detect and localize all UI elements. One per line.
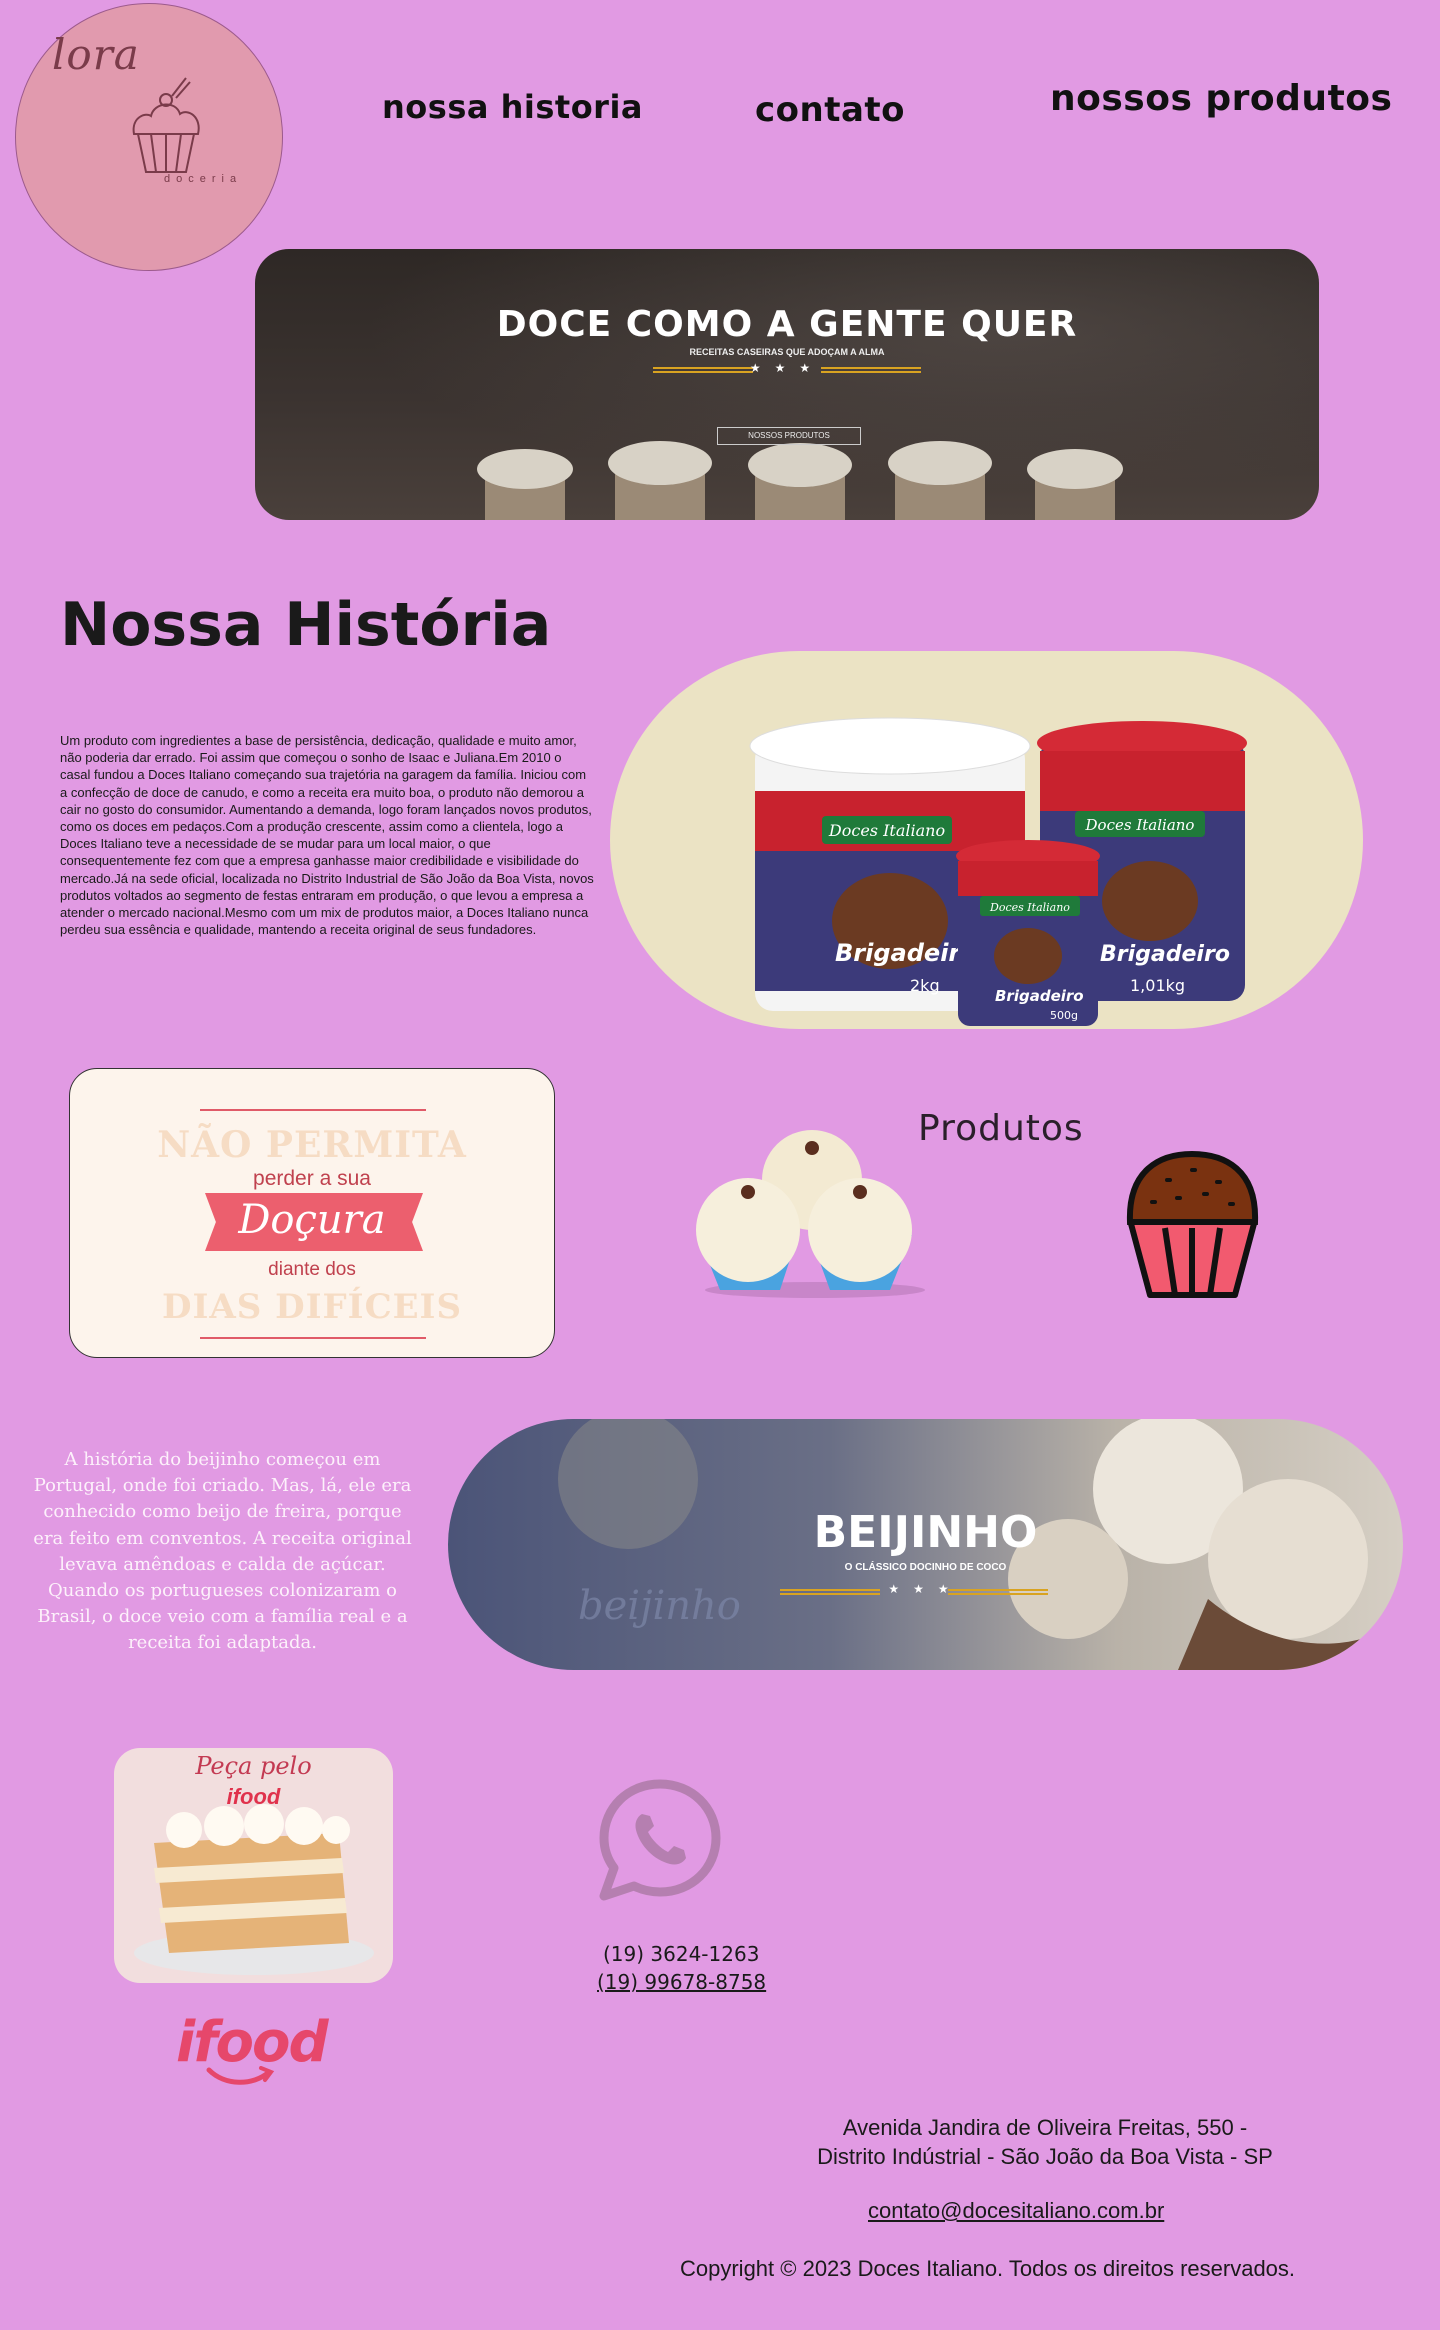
- brigadeiro-buckets-image: Doces Italiano Brigadeiro 2kg Doces Ital…: [610, 651, 1363, 1029]
- brigadeiro-cupcake-icon: [1126, 1150, 1259, 1298]
- bucket-product-1: Brigadeiro: [835, 939, 977, 967]
- whatsapp-icon[interactable]: [598, 1778, 722, 1902]
- hero-stars-icon: ★★★: [749, 361, 825, 375]
- logo-sub: doceria: [164, 173, 243, 185]
- ifood-cake-card[interactable]: Peça pelo ifood: [114, 1748, 393, 1983]
- beijinho-stars-icon: ★★★: [888, 1582, 963, 1596]
- hero-subtitle: RECEITAS CASEIRAS QUE ADOÇAM A ALMA: [689, 347, 885, 357]
- nossos-produtos-button[interactable]: NOSSOS PRODUTOS: [717, 427, 861, 445]
- beijinho-banner: beijinho BEIJINHO O CLÁSSICO DOCINHO DE …: [448, 1419, 1403, 1670]
- logo[interactable]: lora doceria: [15, 3, 283, 271]
- beijinho-sweets-image: [696, 1130, 925, 1298]
- bucket-size-3: 500g: [1050, 1009, 1078, 1022]
- ifood-card-line-2: ifood: [226, 1784, 281, 1809]
- bucket-product-3: Brigadeiro: [995, 987, 1084, 1005]
- produtos-title: Produtos: [918, 1108, 1084, 1149]
- bucket-product-2: Brigadeiro: [1100, 942, 1230, 967]
- docura-card: NÃO PERMITA perder a sua Doçura diante d…: [69, 1068, 555, 1358]
- docura-line-2: perder a sua: [253, 1167, 371, 1190]
- historia-text: Um produto com ingredientes a base de pe…: [60, 733, 594, 938]
- docura-bottom-line: [200, 1337, 426, 1339]
- beijinho-title: BEIJINHO: [813, 1507, 1038, 1558]
- docura-line-5: DIAS DIFÍCEIS: [161, 1287, 463, 1327]
- bucket-size-2: 1,01kg: [1130, 976, 1185, 995]
- beijinho-subtitle: O CLÁSSICO DOCINHO DE COCO: [844, 1562, 1007, 1573]
- nav-link-historia[interactable]: nossa historia: [382, 88, 643, 126]
- bucket-size-1: 2kg: [910, 976, 940, 995]
- address-line-1: Avenida Jandira de Oliveira Freitas, 550…: [842, 2115, 1248, 2140]
- phone-1: (19) 3624-1263: [603, 1942, 760, 1966]
- address: Avenida Jandira de Oliveira Freitas, 550…: [760, 2113, 1330, 2171]
- docura-line-4: diante dos: [268, 1259, 356, 1280]
- ifood-card-line-1: Peça pelo: [195, 1752, 312, 1780]
- bucket-brand-1: Doces Italiano: [828, 821, 945, 840]
- email-link[interactable]: contato@docesitaliano.com.br: [868, 2198, 1164, 2224]
- historia-title: Nossa História: [60, 590, 552, 660]
- hero-title: DOCE COMO A GENTE QUER: [496, 304, 1078, 345]
- phone-2-link[interactable]: (19) 99678-8758: [597, 1970, 766, 1994]
- docura-line-1: NÃO PERMITA: [157, 1124, 467, 1166]
- bucket-brand-2: Doces Italiano: [1085, 816, 1195, 834]
- docura-top-line: [200, 1109, 426, 1111]
- docura-line-3: Doçura: [238, 1197, 386, 1243]
- ifood-smile-icon: [206, 2066, 275, 2085]
- hero-banner: DOCE COMO A GENTE QUER RECEITAS CASEIRAS…: [255, 249, 1319, 520]
- cupcake-logo-icon: [132, 77, 200, 173]
- address-line-2: Distrito Indústrial - São João da Boa Vi…: [817, 2144, 1273, 2169]
- beijinho-text: A história do beijinho começou em Portug…: [33, 1449, 412, 1654]
- copyright: Copyright © 2023 Doces Italiano. Todos o…: [680, 2256, 1296, 2281]
- bucket-brand-3: Doces Italiano: [989, 901, 1070, 914]
- nav-link-contato[interactable]: contato: [755, 90, 905, 130]
- nav-link-produtos[interactable]: nossos produtos: [1050, 78, 1392, 119]
